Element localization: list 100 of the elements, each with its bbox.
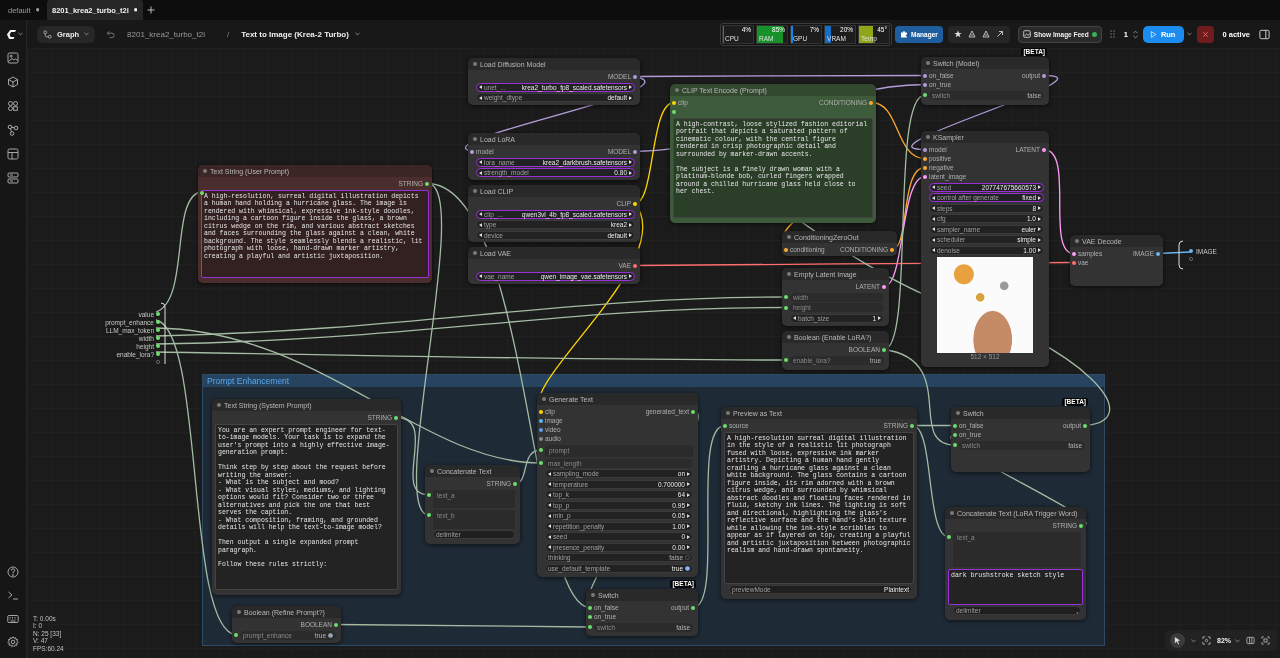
left-arrow-icon[interactable] <box>548 503 551 507</box>
right-arrow-icon[interactable] <box>687 513 690 518</box>
right-arrow-icon[interactable] <box>1038 185 1041 189</box>
collapse-dot-icon[interactable] <box>473 189 477 193</box>
right-arrow-icon[interactable] <box>1038 216 1041 221</box>
input-dot-icon[interactable] <box>1072 251 1076 256</box>
input-dot-icon[interactable] <box>672 100 676 105</box>
input-dot-icon[interactable] <box>427 513 431 518</box>
output-dot-icon[interactable] <box>910 423 914 428</box>
left-arrow-icon[interactable] <box>932 227 935 231</box>
workflow-title-button[interactable]: Text to Image (Krea-2 Turbo) <box>241 29 360 39</box>
input-dot-icon[interactable] <box>784 305 788 310</box>
right-arrow-icon[interactable] <box>687 471 690 476</box>
output-dot-icon[interactable] <box>425 181 429 186</box>
input-dot-icon[interactable] <box>923 174 927 179</box>
right-arrow-icon[interactable] <box>687 503 690 507</box>
group-header[interactable]: Prompt Enhancement <box>203 375 1104 387</box>
input-dot-icon[interactable] <box>539 461 543 465</box>
collapse-dot-icon[interactable] <box>926 61 930 65</box>
input-dot-icon[interactable] <box>427 493 431 497</box>
stop-button[interactable] <box>1197 25 1215 43</box>
canvas-background[interactable] <box>27 48 1280 658</box>
collapse-dot-icon[interactable] <box>950 511 954 515</box>
circles-icon[interactable] <box>7 100 19 112</box>
input-dot-icon[interactable] <box>539 409 543 414</box>
triangle-icon[interactable] <box>981 30 990 38</box>
star-icon[interactable] <box>953 30 962 38</box>
output-dot-icon[interactable] <box>334 622 338 627</box>
fit-view-icon[interactable] <box>1202 636 1211 645</box>
input-dot-icon[interactable] <box>953 432 957 437</box>
left-arrow-icon[interactable] <box>548 492 551 497</box>
input-dot-icon[interactable] <box>156 336 160 340</box>
left-arrow-icon[interactable] <box>479 170 482 175</box>
right-arrow-icon[interactable] <box>687 482 690 486</box>
input-dot-icon[interactable] <box>539 418 543 423</box>
left-arrow-icon[interactable] <box>479 222 482 227</box>
input-dot-icon[interactable] <box>672 109 676 114</box>
stack-icon[interactable] <box>7 172 19 184</box>
right-arrow-icon[interactable] <box>629 212 632 216</box>
left-arrow-icon[interactable] <box>548 545 551 549</box>
input-dot-icon[interactable] <box>953 423 957 428</box>
right-arrow-icon[interactable] <box>629 160 632 164</box>
toggle-icon[interactable] <box>685 555 690 560</box>
collapse-dot-icon[interactable] <box>726 411 730 415</box>
frame-icon[interactable] <box>1261 636 1270 645</box>
input-dot-icon[interactable] <box>723 423 727 428</box>
node-card[interactable] <box>537 393 698 577</box>
image-icon[interactable] <box>7 52 19 64</box>
left-arrow-icon[interactable] <box>479 95 482 100</box>
right-arrow-icon[interactable] <box>629 95 632 100</box>
output-dot-icon[interactable] <box>1042 73 1046 78</box>
right-arrow-icon[interactable] <box>687 492 690 497</box>
collapse-dot-icon[interactable] <box>203 169 207 173</box>
empty-slot-dot-icon[interactable] <box>1189 257 1193 261</box>
input-dot-icon[interactable] <box>588 625 592 629</box>
terminal-icon[interactable] <box>7 589 19 601</box>
right-arrow-icon[interactable] <box>687 545 690 549</box>
left-arrow-icon[interactable] <box>479 212 482 216</box>
output-dot-icon[interactable] <box>691 605 695 610</box>
keyboard-icon[interactable] <box>7 612 19 625</box>
output-dot-icon[interactable] <box>1156 251 1160 256</box>
output-dot-icon[interactable] <box>1042 147 1046 152</box>
output-dot-icon[interactable] <box>882 284 886 289</box>
arrow-icon[interactable] <box>995 30 1004 38</box>
collapse-dot-icon[interactable] <box>591 593 595 597</box>
collapse-dot-icon[interactable] <box>473 137 477 141</box>
collapse-dot-icon[interactable] <box>217 403 221 407</box>
collapse-dot-icon[interactable] <box>473 251 477 255</box>
output-dot-icon[interactable] <box>1189 249 1193 253</box>
output-dot-icon[interactable] <box>633 149 637 154</box>
input-dot-icon[interactable] <box>923 156 927 161</box>
input-dot-icon[interactable] <box>156 312 160 316</box>
back-arrow-icon[interactable] <box>106 29 116 39</box>
left-arrow-icon[interactable] <box>479 274 482 278</box>
output-dot-icon[interactable] <box>633 74 637 79</box>
input-dot-icon[interactable] <box>947 535 951 539</box>
right-arrow-icon[interactable] <box>1038 206 1041 210</box>
input-dot-icon[interactable] <box>923 147 927 152</box>
collapse-dot-icon[interactable] <box>675 88 679 92</box>
output-dot-icon[interactable] <box>513 481 517 486</box>
output-dot-icon[interactable] <box>890 247 894 252</box>
collapse-dot-icon[interactable] <box>926 135 930 139</box>
output-dot-icon[interactable] <box>1079 523 1083 528</box>
input-dot-icon[interactable] <box>923 93 927 97</box>
right-arrow-icon[interactable] <box>629 233 632 237</box>
output-dot-icon[interactable] <box>882 347 886 352</box>
collapse-dot-icon[interactable] <box>1075 239 1079 243</box>
input-dot-icon[interactable] <box>784 247 788 252</box>
right-arrow-icon[interactable] <box>629 274 632 278</box>
breadcrumb-link[interactable]: 8201_krea2_turbo_t2i <box>127 29 205 39</box>
right-arrow-icon[interactable] <box>1038 227 1041 231</box>
flowchart-icon[interactable] <box>7 124 19 136</box>
input-dot-icon[interactable] <box>156 320 160 324</box>
output-dot-icon[interactable] <box>691 409 695 414</box>
input-dot-icon[interactable] <box>784 358 788 362</box>
left-arrow-icon[interactable] <box>932 216 935 221</box>
output-dot-icon[interactable] <box>1083 423 1087 428</box>
minimap-icon[interactable] <box>1246 636 1255 645</box>
left-arrow-icon[interactable] <box>548 482 551 486</box>
node-card[interactable] <box>212 399 401 595</box>
